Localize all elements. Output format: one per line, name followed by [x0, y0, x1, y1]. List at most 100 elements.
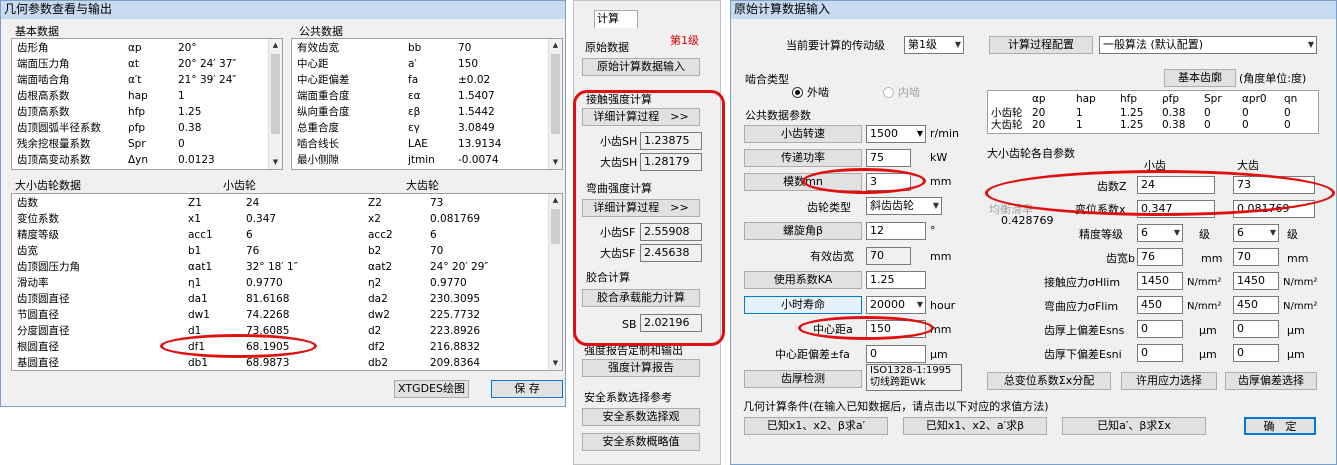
gear-data-row[interactable]: 根圆直径 df1 68.1905 df2 216.8832	[12, 339, 548, 355]
gear-data-cell: da1	[188, 293, 208, 305]
public-data-scrollbar[interactable]: ▲ ▼	[548, 39, 562, 169]
thickness-check-button[interactable]: 齿厚检测	[744, 370, 862, 388]
service-life-select[interactable]: 20000 ▼	[866, 296, 926, 314]
module-input[interactable]: 3	[866, 173, 911, 191]
basic-data-row[interactable]: 齿根高系数 hap 1	[12, 88, 268, 104]
pinion-accuracy-select[interactable]: 6 ▼	[1137, 224, 1183, 242]
scroll-down-icon[interactable]: ▼	[549, 357, 562, 370]
gear-data-row[interactable]: 齿宽 b1 76 b2 70	[12, 243, 548, 259]
pinion-speed-select[interactable]: 1500 ▼	[866, 125, 926, 143]
gear-data-row[interactable]: 分度圆直径 d1 73.6085 d2 223.8926	[12, 323, 548, 339]
basic-data-title: 基本数据	[15, 25, 59, 38]
calc-config-button[interactable]: 计算过程配置	[989, 36, 1093, 54]
center-distance-input[interactable]: 150	[866, 320, 926, 338]
pinion-flim-input[interactable]: 450	[1137, 296, 1183, 314]
wheel-shift-input[interactable]: 0.081769	[1233, 200, 1315, 218]
save-button[interactable]: 保 存	[491, 380, 563, 398]
thickness-deviation-button[interactable]: 齿厚偏差选择	[1225, 372, 1317, 390]
pinion-shift-input[interactable]: 0.347	[1137, 200, 1215, 218]
external-mesh-radio[interactable]	[792, 87, 803, 98]
public-data-row[interactable]: 中心距 a′ 150	[292, 56, 548, 72]
public-data-row[interactable]: 啮合线长 LAE 13.9134	[292, 136, 548, 152]
pinion-width-input[interactable]: 76	[1137, 248, 1183, 266]
safety-factor-approx-button[interactable]: 安全系数概略值	[582, 433, 700, 451]
scroll-up-icon[interactable]: ▲	[549, 194, 562, 207]
wheel-width-input[interactable]: 70	[1233, 248, 1279, 266]
gear-data-row[interactable]: 齿顶圆压力角 αat1 32° 18′ 1″ αat2 24° 20′ 29″	[12, 259, 548, 275]
application-factor-button[interactable]: 使用系数KA	[744, 271, 862, 289]
strength-report-button[interactable]: 强度计算报告	[582, 359, 700, 377]
helix-angle-button[interactable]: 螺旋角β	[744, 222, 862, 240]
gear-data-cell: 76	[246, 245, 260, 257]
helix-angle-input[interactable]: 12	[866, 222, 926, 240]
contact-detail-button[interactable]: 详细计算过程 >>	[582, 108, 700, 126]
public-data-row[interactable]: 总重合度 εγ 3.0849	[292, 120, 548, 136]
basic-rack-button[interactable]: 基本齿廓	[1164, 69, 1236, 87]
public-data-table[interactable]: 有效齿宽 bb 70 中心距 a′ 150 中心距偏差 fa ±0.02 端面重合度 εα 1.540…	[291, 38, 563, 170]
public-data-row[interactable]: 端面重合度 εα 1.5407	[292, 88, 548, 104]
wheel-esns-input[interactable]: 0	[1233, 320, 1279, 338]
basic-data-cell: hap	[128, 90, 148, 102]
wheel-hlim-input[interactable]: 1450	[1233, 272, 1279, 290]
stage-select[interactable]: 第1级 ▼	[904, 36, 964, 54]
basic-data-row[interactable]: 端面压力角 αt 20° 24′ 37″	[12, 56, 268, 72]
scroll-down-icon[interactable]: ▼	[269, 156, 282, 169]
pinion-hlim-input[interactable]: 1450	[1137, 272, 1183, 290]
algorithm-select[interactable]: 一般算法 (默认配置) ▼	[1099, 36, 1317, 54]
pinion-esni-input[interactable]: 0	[1137, 344, 1183, 362]
scroll-down-icon[interactable]: ▼	[549, 156, 562, 169]
wheel-accuracy-select[interactable]: 6 ▼	[1233, 224, 1279, 242]
gear-data-row[interactable]: 精度等级 acc1 6 acc2 6	[12, 227, 548, 243]
application-factor-input[interactable]: 1.25	[866, 271, 926, 289]
solve-center-distance-button[interactable]: 已知x1、x2、β求a′	[744, 417, 888, 435]
basic-data-table[interactable]: 齿形角 αp 20° 端面压力角 αt 20° 24′ 37″ 端面啮合角 α′t 21° 39…	[11, 38, 283, 170]
orig-data-input-button[interactable]: 原始计算数据输入	[582, 58, 700, 76]
basic-data-row[interactable]: 残余挖根量系数 Spr 0	[12, 136, 268, 152]
power-input[interactable]: 75	[866, 149, 911, 167]
module-button[interactable]: 模数mn	[744, 173, 862, 191]
gear-data-row[interactable]: 节圆直径 dw1 74.2268 dw2 225.7732	[12, 307, 548, 323]
total-shift-button[interactable]: 总变位系数Σx分配	[987, 372, 1111, 390]
tab-calc[interactable]: 计算	[594, 10, 638, 28]
internal-mesh-radio[interactable]	[883, 87, 894, 98]
basic-data-scrollbar[interactable]: ▲ ▼	[268, 39, 282, 169]
public-data-row[interactable]: 最小侧隙 jtmin -0.0074	[292, 152, 548, 168]
pinion-teeth-input[interactable]: 24	[1137, 176, 1215, 194]
ok-button[interactable]: 确 定	[1244, 417, 1316, 435]
power-button[interactable]: 传递功率	[744, 149, 862, 167]
gear-data-row[interactable]: 齿顶圆直径 da1 81.6168 da2 230.3095	[12, 291, 548, 307]
allowable-stress-button[interactable]: 许用应力选择	[1121, 372, 1217, 390]
basic-data-row[interactable]: 齿顶高系数 hfp 1.25	[12, 104, 268, 120]
wheel-teeth-input[interactable]: 73	[1233, 176, 1315, 194]
bending-detail-button[interactable]: 详细计算过程 >>	[582, 199, 700, 217]
wheel-esni-input[interactable]: 0	[1233, 344, 1279, 362]
public-data-row[interactable]: 纵向重合度 εβ 1.5442	[292, 104, 548, 120]
scuffing-capacity-button[interactable]: 胶合承载能力计算	[582, 289, 700, 307]
xtgdes-draw-button[interactable]: XTGDES绘图	[394, 380, 469, 398]
basic-data-row[interactable]: 齿形角 αp 20°	[12, 40, 268, 56]
basic-data-cell: αt	[128, 58, 140, 70]
public-data-row[interactable]: 有效齿宽 bb 70	[292, 40, 548, 56]
basic-data-cell: 0.38	[178, 122, 202, 134]
wheel-flim-input[interactable]: 450	[1233, 296, 1279, 314]
center-deviation-input[interactable]: 0	[866, 345, 926, 363]
gear-data-scrollbar[interactable]: ▲ ▼	[548, 194, 562, 370]
gear-data-table[interactable]: 齿数 Z1 24 Z2 73 变位系数 x1 0.347 x2 0.081769 精度等级 acc1 6…	[11, 193, 563, 371]
public-data-row[interactable]: 中心距偏差 fa ±0.02	[292, 72, 548, 88]
solve-helix-angle-button[interactable]: 已知x1、x2、a′求β	[903, 417, 1047, 435]
gear-data-row[interactable]: 基圆直径 db1 68.9873 db2 209.8364	[12, 355, 548, 370]
scroll-up-icon[interactable]: ▲	[269, 39, 282, 52]
basic-data-row[interactable]: 齿顶圆弧半径系数 ρfp 0.38	[12, 120, 268, 136]
pinion-speed-button[interactable]: 小齿转速	[744, 125, 862, 143]
service-life-button[interactable]: 小时寿命	[744, 296, 862, 314]
gear-data-row[interactable]: 滑动率 η1 0.9770 η2 0.9770	[12, 275, 548, 291]
gear-data-row[interactable]: 变位系数 x1 0.347 x2 0.081769	[12, 211, 548, 227]
gear-data-row[interactable]: 齿数 Z1 24 Z2 73	[12, 195, 548, 211]
gear-type-select[interactable]: 斜齿齿轮 ▼	[866, 197, 942, 215]
safety-factor-view-button[interactable]: 安全系数选择观	[582, 408, 700, 426]
basic-data-row[interactable]: 端面啮合角 α′t 21° 39′ 24″	[12, 72, 268, 88]
solve-total-shift-button[interactable]: 已知a′、β求Σx	[1062, 417, 1206, 435]
scroll-up-icon[interactable]: ▲	[549, 39, 562, 52]
basic-data-row[interactable]: 齿顶高变动系数 Δyn 0.0123	[12, 152, 268, 168]
pinion-esns-input[interactable]: 0	[1137, 320, 1183, 338]
